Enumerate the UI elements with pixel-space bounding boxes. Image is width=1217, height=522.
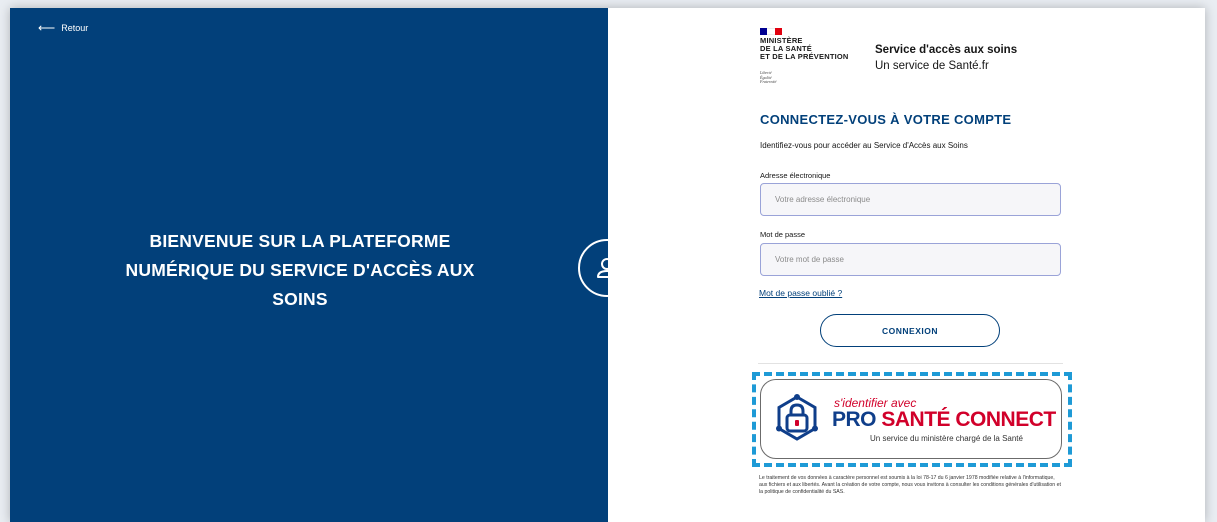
- email-label: Adresse électronique: [760, 171, 831, 180]
- service-title: Service d'accès aux soins: [875, 44, 1018, 56]
- welcome-panel: ⟵ Retour BIENVENUE SUR LA PLATEFORME NUM…: [10, 8, 608, 522]
- login-intro: Identifiez-vous pour accéder au Service …: [760, 141, 968, 150]
- page-frame: ⟵ Retour BIENVENUE SUR LA PLATEFORME NUM…: [10, 8, 1205, 522]
- republic-motto: Liberté Égalité Fraternité: [760, 70, 777, 84]
- arrow-left-icon: ⟵: [38, 20, 56, 35]
- pro-sante-connect-button[interactable]: s'identifier avec PRO SANTÉ CONNECT Un s…: [760, 379, 1062, 459]
- psc-lock-icon: [776, 394, 818, 441]
- back-link[interactable]: ⟵ Retour: [38, 20, 89, 35]
- login-panel: MINISTÈRE DE LA SANTÉ ET DE LA PRÉVENTIO…: [608, 8, 1205, 522]
- psc-brand: PRO SANTÉ CONNECT: [832, 408, 1056, 431]
- welcome-title: BIENVENUE SUR LA PLATEFORME NUMÉRIQUE DU…: [125, 231, 475, 309]
- back-link-label: Retour: [61, 23, 89, 33]
- service-subtitle: Un service de Santé.fr: [875, 60, 989, 72]
- ministry-logo: MINISTÈRE DE LA SANTÉ ET DE LA PRÉVENTIO…: [760, 28, 1060, 98]
- ministry-name: MINISTÈRE DE LA SANTÉ ET DE LA PRÉVENTIO…: [760, 36, 849, 61]
- email-field[interactable]: [760, 183, 1061, 216]
- divider: [758, 363, 1063, 364]
- password-label: Mot de passe: [760, 230, 806, 239]
- password-field[interactable]: [760, 243, 1061, 276]
- psc-tagline-bottom: Un service du ministère chargé de la San…: [870, 434, 1023, 443]
- forgot-password-link[interactable]: Mot de passe oublié ?: [759, 288, 842, 298]
- connect-button[interactable]: CONNEXION: [820, 314, 1000, 347]
- flag-icon: [760, 28, 782, 35]
- legal-notice: Le traitement de vos données à caractère…: [759, 475, 1061, 496]
- login-title: CONNECTEZ-VOUS À VOTRE COMPTE: [760, 112, 1012, 127]
